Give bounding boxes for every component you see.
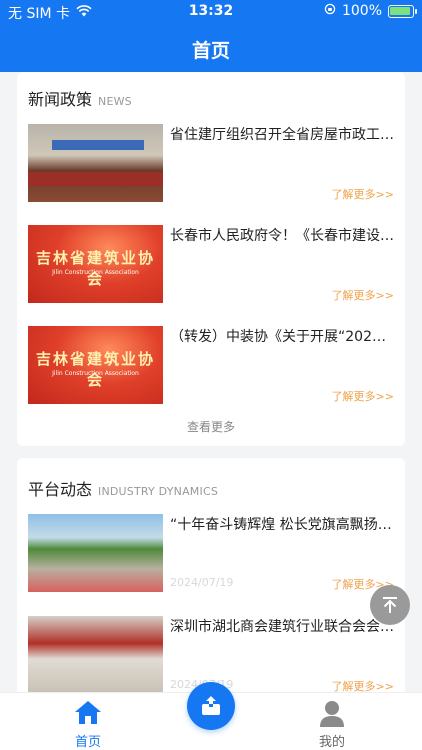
dynamics-item[interactable]: “十年奋斗铸辉煌 松长党旗高飘扬”主题活动 2024/07/19 了解更多>>: [28, 514, 394, 594]
dynamics-title: 平台动态: [28, 480, 93, 499]
news-heading: 新闻政策 NEWS: [28, 86, 132, 110]
read-more-link[interactable]: 了解更多>>: [332, 186, 394, 202]
dynamics-item-title: “十年奋斗铸辉煌 松长党旗高飘扬”主题活动: [170, 517, 394, 533]
dynamics-subtitle: INDUSTRY DYNAMICS: [98, 485, 219, 498]
dynamics-section: 平台动态 INDUSTRY DYNAMICS “十年奋斗铸辉煌 松长党旗高飘扬”…: [17, 458, 405, 692]
arrow-up-icon: [383, 597, 397, 613]
orientation-lock-icon: [324, 3, 336, 19]
news-item[interactable]: 吉林省建筑业协会 Jilin Construction Association …: [28, 225, 394, 305]
read-more-link[interactable]: 了解更多>>: [332, 287, 394, 303]
news-item-title: （转发）中装协《关于开展“2023年度中国建筑装饰行业科技创新成果”: [170, 329, 394, 345]
battery-fill: [390, 6, 410, 15]
thumbnail-logo-text: 吉林省建筑业协会: [35, 249, 155, 288]
dynamics-thumbnail: [28, 514, 163, 592]
nav-mine[interactable]: 我的: [292, 699, 372, 750]
battery-percent: 100%: [341, 3, 382, 19]
dynamics-thumbnail: [28, 616, 163, 692]
read-more-link[interactable]: 了解更多>>: [332, 388, 394, 404]
news-subtitle: NEWS: [98, 95, 132, 108]
news-title: 新闻政策: [28, 90, 93, 109]
status-bar: 无 SIM 卡 13:32 100%: [0, 0, 422, 24]
app-header: 无 SIM 卡 13:32 100% 首页: [0, 0, 422, 72]
read-more-link[interactable]: 了解更多>>: [332, 678, 394, 692]
news-thumbnail: 吉林省建筑业协会 Jilin Construction Association: [28, 225, 163, 303]
thumbnail-logo-text: 吉林省建筑业协会: [35, 350, 155, 389]
dynamics-heading: 平台动态 INDUSTRY DYNAMICS: [28, 476, 218, 500]
news-item-title: 省住建厅组织召开全省房屋市政工程安全生产工作会议: [170, 127, 394, 143]
news-item-title: 长春市人民政府令！《长春市建设工程质量管理办法》: [170, 228, 394, 244]
nav-home-label: 首页: [74, 735, 101, 750]
news-section: 新闻政策 NEWS 省住建厅组织召开全省房屋市政工程安全生产工作会议 了解更多>…: [17, 72, 405, 446]
nav-home[interactable]: 首页: [48, 699, 128, 750]
page-title: 首页: [191, 40, 230, 62]
thumbnail-logo-subtext: Jilin Construction Association: [52, 269, 139, 276]
dynamics-item[interactable]: 深圳市湖北商会建筑行业联合会会长座谈会 2024/07/19 了解更多>>: [28, 616, 394, 692]
see-more-button[interactable]: 查看更多: [17, 418, 405, 435]
upload-icon: [202, 696, 220, 715]
news-item[interactable]: 吉林省建筑业协会 Jilin Construction Association …: [28, 326, 394, 406]
main-content[interactable]: 新闻政策 NEWS 省住建厅组织召开全省房屋市政工程安全生产工作会议 了解更多>…: [0, 72, 422, 692]
news-thumbnail: [28, 124, 163, 202]
news-item[interactable]: 省住建厅组织召开全省房屋市政工程安全生产工作会议 了解更多>>: [28, 124, 394, 204]
nav-mine-label: 我的: [318, 735, 345, 750]
dynamics-item-title: 深圳市湖北商会建筑行业联合会会长座谈会: [170, 619, 394, 635]
news-thumbnail: 吉林省建筑业协会 Jilin Construction Association: [28, 326, 163, 404]
user-icon: [320, 701, 344, 727]
scroll-to-top-button[interactable]: [370, 585, 410, 625]
thumbnail-logo-subtext: Jilin Construction Association: [52, 370, 139, 377]
center-action-button[interactable]: [187, 682, 235, 730]
battery-icon: [388, 4, 417, 18]
dynamics-item-date: 2024/07/19: [170, 576, 234, 589]
home-icon: [75, 701, 101, 724]
